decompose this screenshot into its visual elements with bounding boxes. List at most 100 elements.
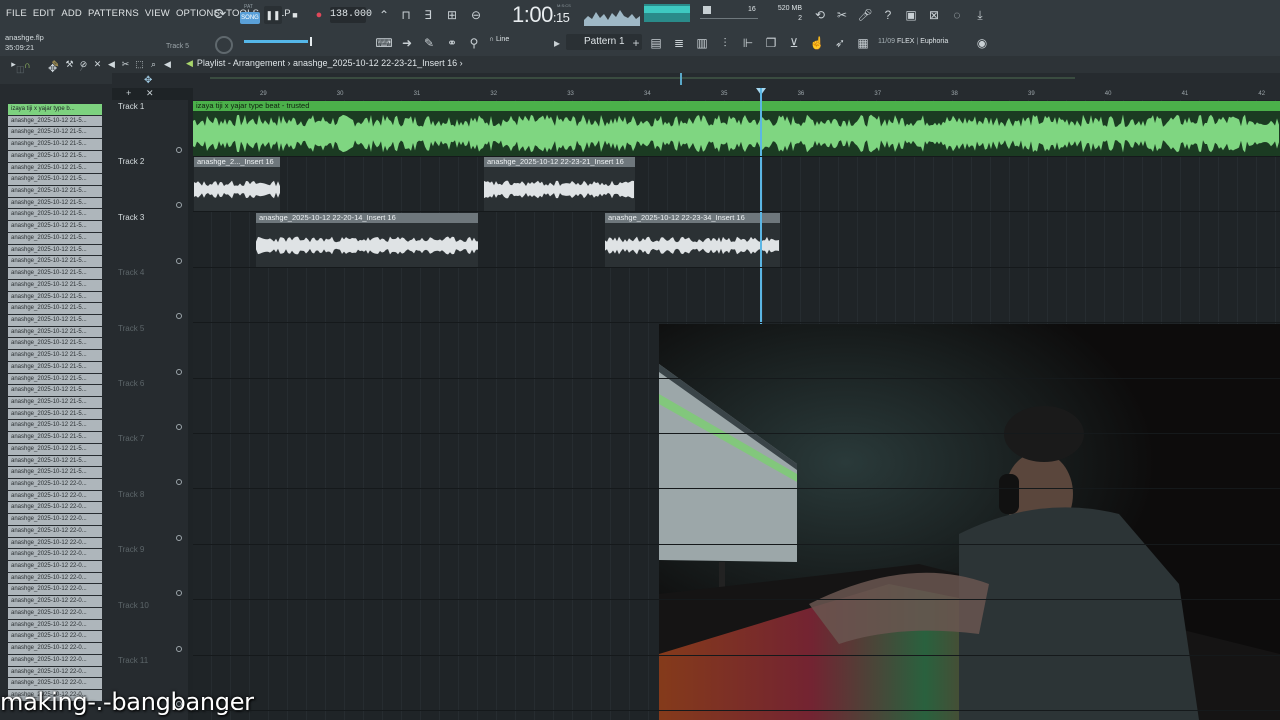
delete-tool-icon[interactable]: ⊘ xyxy=(78,59,89,70)
song-mode-button[interactable]: SONG xyxy=(240,12,260,24)
audio-clip-vocal-4[interactable]: anashge_2025-10-12 22-23-34_Insert 16 xyxy=(605,213,780,268)
browser-item[interactable]: anashge_2025-10-12 21-5... xyxy=(8,420,102,433)
track-label[interactable]: Track 1 xyxy=(118,102,144,111)
browser-item[interactable]: anashge_2025-10-12 21-5... xyxy=(8,115,102,128)
track-label[interactable]: Track 3 xyxy=(118,213,144,222)
globe-icon[interactable]: ◉ xyxy=(974,35,990,51)
browser-item[interactable]: anashge_2025-10-12 21-5... xyxy=(8,162,102,175)
browser-item[interactable]: anashge_2025-10-12 21-5... xyxy=(8,350,102,362)
track-label[interactable]: Track 8 xyxy=(118,490,144,499)
track-mute-icon[interactable] xyxy=(176,645,182,652)
timeline-ruler[interactable]: 29 30 31 32 33 34 35 36 37 38 39 40 41 42 xyxy=(193,88,1280,100)
pickup-icon[interactable]: ➶ xyxy=(832,35,848,51)
track-mute-icon[interactable] xyxy=(176,701,182,707)
chat-icon[interactable]: ◌ xyxy=(949,7,965,23)
step-edit-icon[interactable]: ⊞ xyxy=(444,7,460,23)
stamp-icon[interactable]: ⚲ xyxy=(466,35,482,51)
browser-item[interactable]: anashge_2025-10-12 22-0... xyxy=(8,490,102,503)
menu-view[interactable]: VIEW xyxy=(145,8,170,19)
browser-item[interactable]: anashge_2025-10-12 22-0... xyxy=(8,631,102,644)
browser-item[interactable]: anashge_2025-10-12 22-0... xyxy=(8,607,102,620)
browser-item[interactable]: anashge_2025-10-12 22-0... xyxy=(8,561,102,573)
browser-item[interactable]: anashge_2025-10-12 21-5... xyxy=(8,186,102,198)
browser-icon[interactable]: ⊩ xyxy=(740,35,756,51)
track-label[interactable]: Track 4 xyxy=(118,268,144,277)
track-mute-icon[interactable] xyxy=(176,368,182,375)
keyboard-icon[interactable]: ⌨ xyxy=(375,35,392,51)
audio-clip-beat[interactable]: izaya tiji x yajar type beat - trusted xyxy=(193,101,1280,156)
browser-item[interactable]: anashge_2025-10-12 21-5... xyxy=(8,467,102,479)
browser-item[interactable]: anashge_2025-10-12 21-5... xyxy=(8,338,102,351)
audio-clip-vocal-3[interactable]: anashge_2025-10-12 22-20-14_Insert 16 xyxy=(256,213,478,268)
browser-item[interactable]: anashge_2025-10-12 22-0... xyxy=(8,572,102,585)
browser-item[interactable]: anashge_2025-10-12 22-0... xyxy=(8,514,102,526)
track-label[interactable]: Track 10 xyxy=(118,601,149,610)
playhead[interactable] xyxy=(760,88,762,325)
flex-preset[interactable]: 11/09 FLEX | Euphoria xyxy=(878,38,948,45)
browser-item[interactable]: anashge_2025-10-12 22-0... xyxy=(8,549,102,562)
tempo-display[interactable]: 138.000 xyxy=(330,7,372,23)
audio-clip-vocal-2[interactable]: anashge_2025-10-12 22-23-21_Insert 16 xyxy=(484,157,635,212)
browser-item[interactable]: anashge_2025-10-12 21-5... xyxy=(8,396,102,409)
browser-item[interactable]: anashge_2025-10-12 21-5... xyxy=(8,232,102,245)
browser-item[interactable]: anashge_2025-10-12 21-5... xyxy=(8,150,102,163)
magnet-icon[interactable]: ∩ xyxy=(22,59,33,70)
browser-item[interactable]: anashge_2025-10-12 21-5... xyxy=(8,268,102,280)
browser-item[interactable]: anashge_2025-10-12 22-0... xyxy=(8,525,102,538)
browser-item[interactable]: anashge_2025-10-12 21-5... xyxy=(8,432,102,444)
pencil-icon[interactable]: ✎ xyxy=(421,35,437,51)
browser-item[interactable]: anashge_2025-10-12 21-5... xyxy=(8,408,102,421)
download-icon[interactable]: ⤓ xyxy=(972,7,988,23)
record-audio-icon[interactable]: ▦ xyxy=(855,35,871,51)
piano-roll-icon[interactable]: ≣ xyxy=(671,35,687,51)
reset-icon[interactable]: ⟲ xyxy=(812,7,828,23)
save-icon[interactable]: ▣ xyxy=(903,7,919,23)
help-icon[interactable]: ? xyxy=(880,7,896,23)
browser-item[interactable]: anashge_2025-10-12 22-0... xyxy=(8,666,102,679)
playlist-play-icon[interactable]: ▸ xyxy=(8,59,19,70)
pencil-tool-icon[interactable]: ✎ xyxy=(50,59,61,70)
close-icon[interactable]: ✕ xyxy=(146,88,154,99)
stop-button[interactable]: ■ xyxy=(286,6,304,24)
move-icon[interactable]: ✥ xyxy=(144,75,152,86)
browser-item[interactable]: anashge_2025-10-12 21-5... xyxy=(8,373,102,386)
brush-tool-icon[interactable]: ⚒ xyxy=(64,59,75,70)
track-label[interactable]: Track 5 xyxy=(118,324,144,333)
plugin-icon[interactable]: ⊠ xyxy=(926,7,942,23)
playlist-overview[interactable]: ✥ + ✕ xyxy=(112,73,1280,98)
time-display[interactable]: 1:00:15 xyxy=(512,2,570,28)
browser-item[interactable]: anashge_2025-10-12 21-5... xyxy=(8,139,102,151)
arrow-right-icon[interactable]: ➜ xyxy=(399,35,415,51)
zoom-tool-icon[interactable]: ⌕ xyxy=(148,59,159,70)
browser-item[interactable]: anashge_2025-10-12 21-5... xyxy=(8,221,102,233)
browser-item[interactable]: anashge_2025-10-12 21-5... xyxy=(8,174,102,187)
browser-item[interactable]: anashge_2025-10-12 21-5... xyxy=(8,127,102,140)
browser-item[interactable]: anashge_2025-10-12 21-5... xyxy=(8,279,102,292)
track-label[interactable]: Track 11 xyxy=(118,656,148,665)
master-volume-slider[interactable] xyxy=(244,37,312,46)
track-mute-icon[interactable] xyxy=(176,424,182,430)
browser-item[interactable]: anashge_2025-10-12 21-5... xyxy=(8,197,102,210)
pause-button[interactable]: ❚❚ xyxy=(264,6,282,24)
track-label[interactable]: Track 6 xyxy=(118,379,144,388)
browser-item[interactable]: anashge_2025-10-12 21-5... xyxy=(8,443,102,456)
browser-item[interactable]: anashge_2025-10-12 22-0... xyxy=(8,479,102,491)
mixer-icon[interactable]: ✂ xyxy=(834,7,850,23)
link-icon[interactable]: ⚭ xyxy=(444,35,460,51)
mixer-panel-icon[interactable]: ⫶ xyxy=(717,35,733,51)
browser-item[interactable]: anashge_2025-10-12 22-0... xyxy=(8,537,102,550)
audio-clip-vocal-1[interactable]: anashge_2..._Insert 16 xyxy=(194,157,280,212)
browser-item[interactable]: anashge_2025-10-12 21-5... xyxy=(8,385,102,397)
pitch-knob-area[interactable]: 16 xyxy=(700,4,762,24)
browser-item[interactable]: anashge_2025-10-12 22-0... xyxy=(8,502,102,515)
browser-item[interactable]: anashge_2025-10-12 21-5... xyxy=(8,209,102,222)
playback-tool-icon[interactable]: ◀ xyxy=(162,59,173,70)
browser-item[interactable]: anashge_2025-10-12 21-5... xyxy=(8,303,102,315)
snap-selector[interactable]: ∩ Line xyxy=(489,36,509,43)
track-label[interactable]: Track 7 xyxy=(118,434,144,443)
menu-edit[interactable]: EDIT xyxy=(33,8,55,19)
track-label[interactable]: Track 9 xyxy=(118,545,144,554)
wait-input-icon[interactable]: ⊓ xyxy=(398,7,414,23)
play-pattern-icon[interactable]: ▸ xyxy=(549,35,565,51)
plug-icon[interactable]: ⊻ xyxy=(786,35,802,51)
